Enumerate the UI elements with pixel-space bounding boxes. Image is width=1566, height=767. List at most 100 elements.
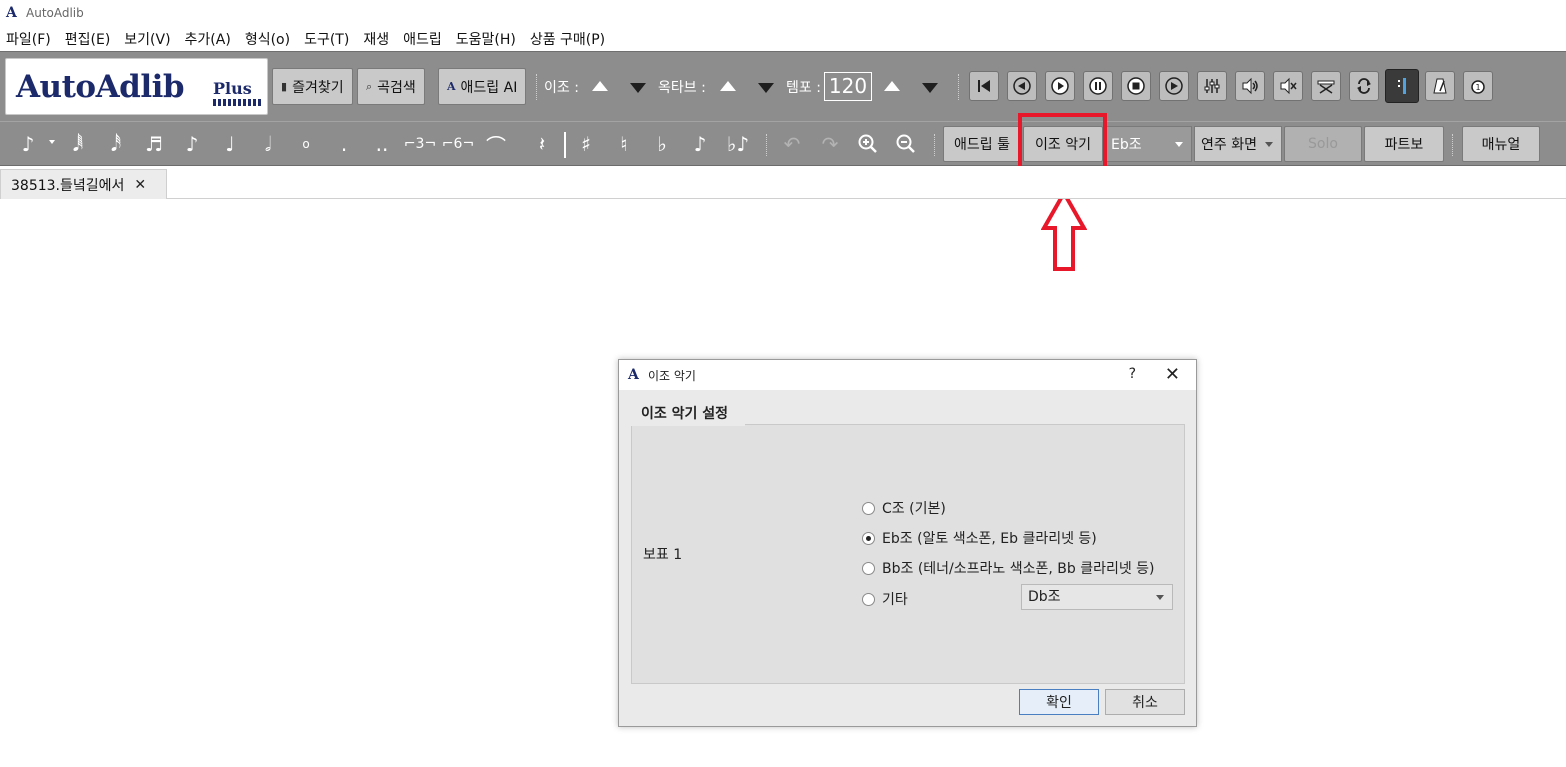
menu-purchase[interactable]: 상품 구매(P) [530,29,605,49]
menu-format[interactable]: 형식(o) [245,29,290,49]
skip-start-button[interactable] [969,71,999,101]
transpose-up-icon[interactable] [592,81,608,91]
other-key-select-value: Db조 [1028,589,1061,605]
option-bb[interactable]: Bb조 (테너/소프라노 색소폰, Bb 클라리넷 등) [862,558,1155,578]
menu-edit[interactable]: 편집(E) [65,29,111,49]
flip-stem-button[interactable]: ♭♪ [722,128,754,160]
tempo-input[interactable]: 120 [824,72,872,101]
metronome-button[interactable] [1425,71,1455,101]
sixtyfourth-note-button[interactable]: 𝅘𝅥𝅱 [62,128,94,160]
fast-forward-icon [1165,77,1183,95]
half-note-button[interactable]: 𝅗𝅥 [252,128,284,160]
adlib-tool-button[interactable]: 애드립 툴 [943,126,1021,162]
sextuplet-button[interactable]: ⌐6¬ [442,128,474,160]
count-in-button[interactable]: 1 [1463,71,1493,101]
tempo-up-icon[interactable] [884,81,900,91]
rest-button[interactable]: 𝄽 [526,128,558,160]
document-tab[interactable]: 38513.들녘길에서 ✕ [0,169,167,199]
toolbar-separator [958,74,961,100]
part-score-button[interactable]: 파트보 [1364,126,1444,162]
natural-icon: ♮ [620,132,628,156]
count-in-icon: 1 [1471,80,1485,94]
stop-button[interactable] [1121,71,1151,101]
volume-button[interactable] [1235,71,1265,101]
whole-note-button[interactable]: o [290,128,322,160]
pause-button[interactable] [1083,71,1113,101]
option-c-label: C조 (기본) [882,501,946,517]
sharp-button[interactable]: ♯ [570,128,602,160]
manual-button[interactable]: 매뉴얼 [1462,126,1540,162]
window-title: AutoAdlib [26,6,84,20]
flat-icon: ♭ [657,132,667,156]
cursor-follow-button[interactable] [1385,69,1419,103]
main-toolbar: AutoAdlib Plus ▮ 즐겨찾기 ⌕ 곡검색 A 애드립 AI 이조 … [0,51,1566,121]
tie-icon: ⌒ [486,133,506,158]
adlib-ai-button[interactable]: A 애드립 AI [438,68,527,105]
play-view-select[interactable]: 연주 화면 [1194,126,1282,162]
flip-stem-icon: ♭♪ [726,132,750,156]
transpose-down-icon[interactable] [630,83,646,93]
dot-button[interactable]: . [328,128,360,160]
toolbar-separator [934,134,937,156]
rest-icon: 𝄽 [538,132,546,156]
fast-forward-button[interactable] [1159,71,1189,101]
note-input-button[interactable]: ♪ [12,128,44,160]
octave-label: 옥타브 : [658,80,706,96]
option-other[interactable]: 기타 [862,589,908,609]
quarter-note-button[interactable]: ♩ [214,128,246,160]
song-search-button[interactable]: ⌕ 곡검색 [357,68,425,105]
up-arrow-annotation-icon [1041,190,1087,271]
natural-button[interactable]: ♮ [608,128,640,160]
thirtysecond-note-button[interactable]: 𝅘𝅥𝅰 [100,128,132,160]
other-key-select[interactable]: Db조 [1021,584,1173,610]
double-dot-button[interactable]: .. [366,128,398,160]
close-icon[interactable]: ✕ [134,177,146,193]
play-button[interactable] [1045,71,1075,101]
octave-down-icon[interactable] [758,83,774,93]
cancel-button[interactable]: 취소 [1105,689,1185,715]
radio-eb[interactable] [862,531,875,545]
redo-button[interactable]: ↷ [814,128,846,160]
menu-file[interactable]: 파일(F) [6,29,51,49]
zoom-in-button[interactable] [852,128,884,160]
radio-bb[interactable] [862,561,875,575]
option-c[interactable]: C조 (기본) [862,498,946,518]
menu-adlib[interactable]: 애드립 [403,29,442,49]
keyboard-button[interactable] [1311,71,1341,101]
undo-button[interactable]: ↶ [776,128,808,160]
grace-note-button[interactable]: ♪ [684,128,716,160]
help-button[interactable]: ? [1129,366,1136,382]
menu-tools[interactable]: 도구(T) [304,29,349,49]
favorites-label: 즐겨찾기 [292,79,344,96]
mixer-button[interactable] [1197,71,1227,101]
rewind-button[interactable] [1007,71,1037,101]
favorites-button[interactable]: ▮ 즐겨찾기 [272,68,353,105]
close-icon[interactable]: ✕ [1165,364,1180,385]
sextuplet-icon: ⌐6¬ [441,136,475,152]
menu-play[interactable]: 재생 [363,29,389,49]
tie-button[interactable]: ⌒ [480,128,512,160]
menu-view[interactable]: 보기(V) [124,29,170,49]
flat-button[interactable]: ♭ [646,128,678,160]
option-eb[interactable]: Eb조 (알토 색소폰, Eb 클라리넷 등) [862,528,1097,548]
note-dropdown-icon[interactable] [49,140,55,144]
key-select[interactable]: Eb조 [1104,126,1192,162]
solo-button[interactable]: Solo [1284,126,1362,162]
triplet-button[interactable]: ⌐3¬ [404,128,436,160]
radio-c[interactable] [862,501,875,515]
key-select-value: Eb조 [1111,137,1142,153]
option-eb-label: Eb조 (알토 색소폰, Eb 클라리넷 등) [882,531,1097,547]
tempo-down-icon[interactable] [922,83,938,93]
sixteenth-note-button[interactable]: ♬ [138,128,170,160]
toolbar-separator [1452,134,1455,156]
menu-add[interactable]: 추가(A) [185,29,231,49]
loop-button[interactable] [1349,71,1379,101]
zoom-out-button[interactable] [890,128,922,160]
eighth-note-button[interactable]: ♪ [176,128,208,160]
sharp-icon: ♯ [581,132,591,156]
ok-button[interactable]: 확인 [1019,689,1099,715]
mute-button[interactable] [1273,71,1303,101]
octave-up-icon[interactable] [720,81,736,91]
radio-other[interactable] [862,592,875,606]
menu-help[interactable]: 도움말(H) [456,29,516,49]
